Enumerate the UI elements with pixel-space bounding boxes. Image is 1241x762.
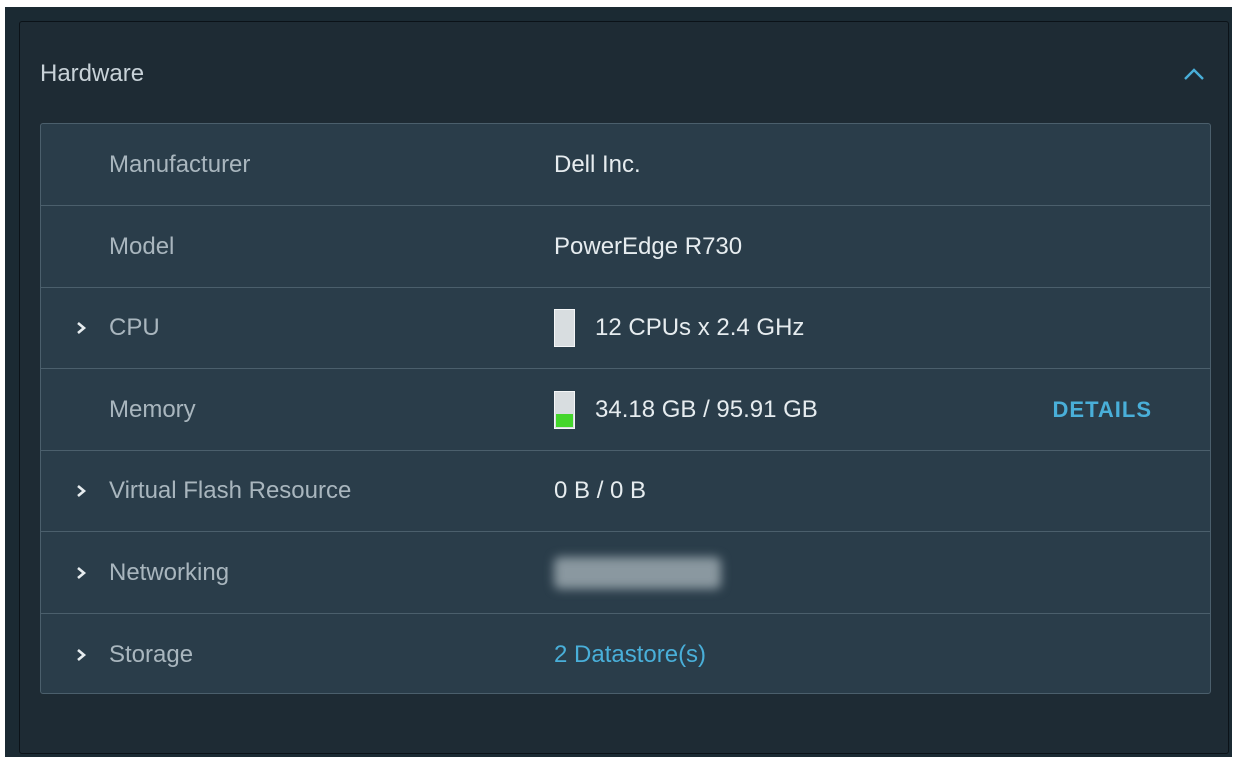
table-row-cpu: CPU 12 CPUs x 2.4 GHz	[41, 287, 1210, 369]
chevron-up-icon[interactable]	[1180, 60, 1208, 88]
row-label[interactable]: Storage	[109, 614, 193, 695]
row-label: Manufacturer	[109, 150, 251, 178]
hardware-header[interactable]: Hardware	[40, 58, 1208, 90]
networking-value-cell	[554, 532, 721, 613]
row-label[interactable]: Networking	[109, 532, 229, 613]
row-value: 34.18 GB / 95.91 GB	[595, 395, 818, 423]
chevron-right-icon[interactable]	[71, 532, 91, 613]
hardware-card: Hardware Manufacturer Dell Inc. Model Po…	[5, 7, 1232, 757]
table-row-storage: Storage 2 Datastore(s)	[41, 614, 1210, 695]
row-label[interactable]: CPU	[109, 287, 160, 368]
memory-usage-meter	[554, 390, 575, 429]
row-value: 0 B / 0 B	[554, 476, 647, 504]
hardware-card-body: Hardware Manufacturer Dell Inc. Model Po…	[19, 21, 1229, 754]
table-row-networking: Networking	[41, 532, 1210, 614]
row-label[interactable]: Virtual Flash Resource	[109, 450, 351, 531]
row-value: 12 CPUs x 2.4 GHz	[595, 313, 805, 341]
cpu-value-cell: 12 CPUs x 2.4 GHz	[554, 287, 804, 368]
chevron-right-icon[interactable]	[71, 450, 91, 531]
row-value: Dell Inc.	[554, 150, 641, 178]
memory-usage-fill	[556, 413, 573, 427]
redacted-value	[554, 556, 721, 589]
cpu-usage-meter	[554, 308, 575, 347]
row-label: Model	[109, 232, 175, 260]
hardware-properties-table: Manufacturer Dell Inc. Model PowerEdge R…	[40, 123, 1211, 694]
table-row-manufacturer: Manufacturer Dell Inc.	[41, 124, 1210, 206]
panel-title: Hardware	[40, 60, 145, 87]
memory-value-cell: 34.18 GB / 95.91 GB	[554, 369, 818, 450]
row-label: Memory	[109, 395, 196, 423]
chevron-right-icon[interactable]	[71, 287, 91, 368]
table-row-memory: Memory 34.18 GB / 95.91 GB DETAILS	[41, 369, 1210, 451]
table-row-virtual-flash-resource: Virtual Flash Resource 0 B / 0 B	[41, 450, 1210, 532]
table-row-model: Model PowerEdge R730	[41, 206, 1210, 288]
datastores-link[interactable]: 2 Datastore(s)	[554, 614, 706, 695]
chevron-right-icon[interactable]	[71, 614, 91, 695]
details-button[interactable]: DETAILS	[1053, 369, 1152, 450]
row-value: PowerEdge R730	[554, 232, 743, 260]
